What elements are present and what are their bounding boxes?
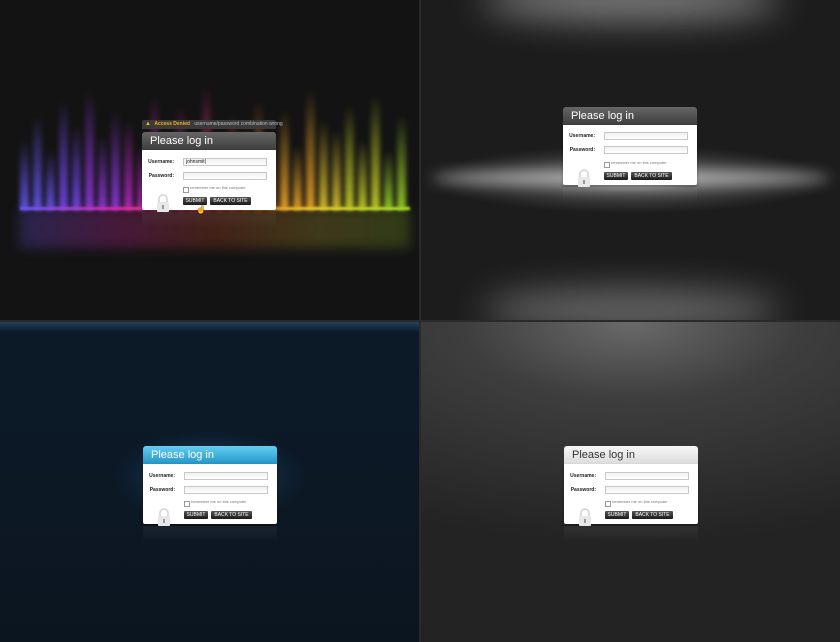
padlock-icon [579,508,591,526]
submit-button[interactable]: SUBMIT [604,172,628,180]
spectrum-bar [59,100,68,210]
spectrum-bar [85,90,94,210]
spectrum-bar [98,135,107,210]
padlock-icon [578,169,590,187]
spectrum-bar [46,150,55,210]
spectrum-bar [124,120,133,210]
login-body: Username: Password: remember me on this … [564,464,698,526]
spectrum-bar [111,110,120,210]
remember-checkbox[interactable] [604,162,610,168]
top-glow [481,0,781,20]
password-row: Password: [143,486,277,495]
username-label: Username: [148,159,174,165]
username-row: Username: johnsmit| [142,158,276,167]
pointer-cursor-icon: ☝ [196,205,206,214]
submit-button[interactable]: SUBMIT [184,511,208,519]
spectrum-bar [319,120,328,210]
back-to-site-button[interactable]: BACK TO SITE [631,172,672,180]
password-input[interactable] [604,146,688,154]
submit-button[interactable]: SUBMIT [605,511,629,519]
back-to-site-button[interactable]: BACK TO SITE [210,197,251,205]
spectrum-bar [397,115,406,210]
username-input[interactable]: johnsmit| [183,158,267,166]
password-row: Password: [563,146,697,155]
password-row: Password: [564,486,698,495]
login-body: Username: Password: remember me on this … [563,125,697,187]
warning-icon: ▲ [145,121,151,127]
login-form: Please log in Username: johnsmit| Passwo… [142,132,276,228]
login-form: Please log in Username: Password: rememb… [143,446,277,542]
login-form: Please log in Username: Password: rememb… [564,446,698,542]
username-row: Username: [563,132,697,141]
password-input[interactable] [183,172,267,180]
password-input[interactable] [605,486,689,494]
remember-checkbox[interactable] [605,501,611,507]
password-input[interactable] [184,486,268,494]
access-denied-bar: ▲ Access Denied username/password combin… [142,120,283,129]
spectrum-bar [20,140,29,210]
username-label: Username: [569,133,595,139]
password-label: Password: [149,487,175,493]
padlock-icon [157,194,169,212]
back-to-site-button[interactable]: BACK TO SITE [211,511,252,519]
username-label: Username: [570,473,596,479]
login-title: Please log in [563,107,697,125]
login-body: Username: johnsmit| Password: remember m… [142,150,276,212]
alert-title: Access Denied [154,121,190,127]
remember-label: remember me on this computer [612,499,668,504]
spectrum-bar [293,145,302,210]
spectrum-bar [345,105,354,210]
spectrum-bar [306,90,315,210]
spectrum-bar [33,115,42,210]
username-row: Username: [143,472,277,481]
username-input[interactable] [184,472,268,480]
form-reflection [563,187,697,203]
top-wisp [0,322,419,332]
alert-message: username/password combination wrong [194,121,283,127]
login-title: Please log in [564,446,698,464]
back-to-site-button[interactable]: BACK TO SITE [632,511,673,519]
username-input[interactable] [604,132,688,140]
form-reflection [564,526,698,542]
spectrum-bar [358,140,367,210]
remember-label: remember me on this computer [611,160,667,165]
password-label: Password: [570,487,596,493]
remember-label: remember me on this computer [191,499,247,504]
remember-label: remember me on this computer [190,185,246,190]
username-label: Username: [149,473,175,479]
login-body: Username: Password: remember me on this … [143,464,277,526]
username-row: Username: [564,472,698,481]
login-form: Please log in Username: Password: rememb… [563,107,697,203]
submit-button[interactable]: SUBMIT [183,197,207,205]
password-label: Password: [569,147,595,153]
password-label: Password: [148,173,174,179]
username-input[interactable] [605,472,689,480]
spectrum-bar [72,125,81,210]
login-title: Please log in [143,446,277,464]
remember-checkbox[interactable] [184,501,190,507]
password-row: Password: [142,172,276,181]
spectrum-bar [384,150,393,210]
padlock-icon [158,508,170,526]
bottom-glow [481,290,781,320]
form-reflection [142,212,276,228]
login-title: Please log in [142,132,276,150]
spectrum-bar [332,130,341,210]
spectrum-bar [371,95,380,210]
form-reflection [143,526,277,542]
remember-checkbox[interactable] [183,187,189,193]
